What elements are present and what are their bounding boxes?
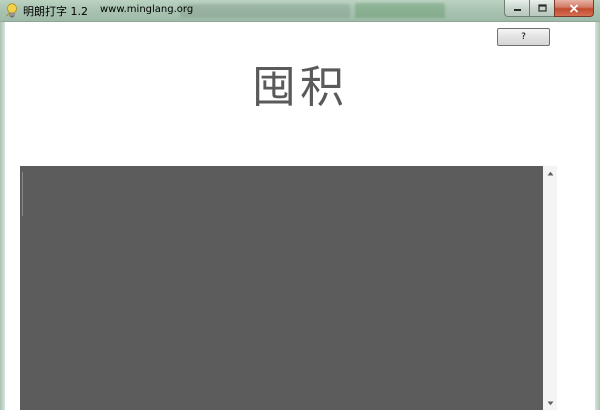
background-blur xyxy=(180,4,350,18)
window-title: 明朗打字 1.2 xyxy=(23,5,88,18)
maximize-icon xyxy=(537,4,547,12)
scroll-down-button[interactable] xyxy=(543,396,557,410)
window-controls xyxy=(504,0,594,18)
current-word: 囤积 xyxy=(252,62,348,113)
maximize-button[interactable] xyxy=(529,0,554,17)
app-window: 明朗打字 1.2 www.minglang.org ? 囤积 xyxy=(0,0,600,410)
close-icon xyxy=(569,3,579,13)
arrow-up-icon xyxy=(547,171,553,175)
arrow-down-icon xyxy=(547,401,553,405)
minimize-button[interactable] xyxy=(504,0,529,17)
text-caret xyxy=(22,172,23,216)
minimize-icon xyxy=(513,9,521,11)
title-bar[interactable]: 明朗打字 1.2 www.minglang.org xyxy=(0,0,600,22)
bulb-icon xyxy=(6,3,17,18)
client-area: ? 囤积 xyxy=(5,22,595,410)
vertical-scrollbar[interactable] xyxy=(543,166,557,410)
close-button[interactable] xyxy=(554,0,594,17)
background-blur xyxy=(355,3,445,18)
help-button[interactable]: ? xyxy=(497,28,550,46)
scroll-up-button[interactable] xyxy=(543,166,557,180)
typing-area[interactable] xyxy=(20,166,543,410)
window-url: www.minglang.org xyxy=(100,4,194,15)
window-frame-right xyxy=(595,22,600,410)
